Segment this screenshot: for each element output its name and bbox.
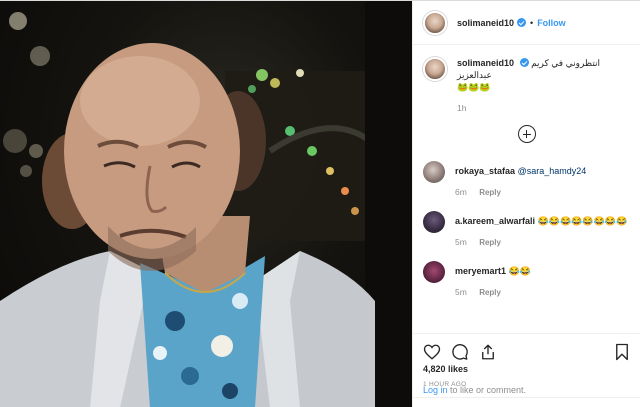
share-icon[interactable] — [479, 343, 497, 361]
post-header: solimaneid10 • Follow — [413, 1, 640, 45]
reply-button[interactable]: Reply — [479, 188, 501, 197]
comment-mention[interactable]: @sara_hamdy24 — [518, 166, 587, 176]
login-prompt-text: to like or comment. — [447, 385, 527, 395]
avatar[interactable] — [423, 10, 447, 35]
caption-avatar[interactable] — [423, 57, 447, 81]
comment-username[interactable]: a.kareem_alwarfali — [455, 216, 535, 226]
comments-list: solimaneid10 انتظروني في كريم عبدالعزيز … — [413, 45, 640, 331]
footer-divider — [413, 397, 640, 407]
avatar[interactable] — [423, 211, 445, 233]
comment-username[interactable]: rokaya_stafaa — [455, 166, 515, 176]
list-item: rokaya_stafaa @sara_hamdy24 6m Reply — [423, 161, 630, 197]
verified-badge-icon — [519, 58, 529, 67]
comment-username[interactable]: meryemart1 — [455, 266, 506, 276]
post-username[interactable]: solimaneid10 — [457, 18, 514, 28]
avatar[interactable] — [423, 261, 445, 283]
comment-time: 5m — [455, 287, 467, 297]
login-prompt: Log in to like or comment. — [423, 385, 526, 395]
caption: solimaneid10 انتظروني في كريم عبدالعزيز … — [423, 57, 630, 113]
reply-button[interactable]: Reply — [479, 288, 501, 297]
caption-username[interactable]: solimaneid10 — [457, 58, 514, 68]
caption-time: 1h — [457, 103, 467, 113]
comment-time: 6m — [455, 187, 467, 197]
comment-text: 😂😂 — [508, 266, 531, 276]
action-bar — [413, 333, 640, 363]
add-comment-icon[interactable] — [517, 125, 536, 143]
verified-badge-icon — [517, 18, 527, 27]
comment-time: 5m — [455, 237, 467, 247]
comment-text: 😂😂😂😂😂😂😂😂 — [537, 216, 628, 226]
list-item: meryemart1 😂😂 5m Reply — [423, 261, 630, 297]
bookmark-icon[interactable] — [613, 343, 631, 361]
likes-count[interactable]: 4,820 likes — [423, 364, 468, 374]
caption-text-emoji: 🐸🐸🐸 — [457, 82, 491, 92]
comment-icon[interactable] — [451, 343, 469, 361]
reply-button[interactable]: Reply — [479, 238, 501, 247]
instagram-post: solimaneid10 • Follow solimaneid10 انتظر… — [0, 0, 640, 407]
avatar[interactable] — [423, 161, 445, 183]
login-link[interactable]: Log in — [423, 385, 448, 395]
photo-illustration — [0, 1, 412, 407]
list-item: a.kareem_alwarfali 😂😂😂😂😂😂😂😂 5m Reply — [423, 211, 630, 247]
post-photo[interactable] — [0, 1, 412, 407]
follow-button[interactable]: Follow — [537, 18, 566, 28]
separator-dot: • — [530, 17, 534, 28]
heart-icon[interactable] — [423, 343, 441, 361]
post-side-panel: solimaneid10 • Follow solimaneid10 انتظر… — [412, 1, 640, 407]
